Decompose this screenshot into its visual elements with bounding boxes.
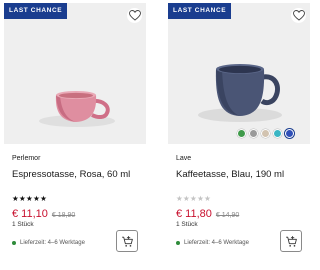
wishlist-button[interactable] — [127, 8, 142, 23]
current-price: € 11,10 — [12, 208, 48, 220]
color-swatch[interactable] — [273, 129, 282, 138]
add-to-cart-icon — [285, 235, 297, 247]
add-to-cart-button[interactable] — [280, 230, 302, 252]
color-swatch[interactable] — [261, 129, 270, 138]
product-brand: Lave — [176, 155, 192, 162]
availability-dot-icon — [176, 241, 180, 245]
product-name[interactable]: Espressotasse, Rosa, 60 ml — [12, 169, 130, 180]
rating-stars: ★★★★★ — [12, 194, 48, 203]
product-brand: Perlemor — [12, 155, 41, 162]
rating-stars: ★★★★★ — [176, 194, 212, 203]
color-swatch[interactable] — [249, 129, 258, 138]
old-price: € 14,90 — [215, 212, 240, 219]
add-to-cart-button[interactable] — [116, 230, 138, 252]
price-row: € 11,10 € 18,90 — [12, 208, 75, 220]
unit-label: 1 Stück — [12, 221, 34, 228]
heart-outline-icon — [292, 10, 305, 21]
product-image-kaffeetasse[interactable]: LAST CHANCE — [168, 3, 310, 144]
color-swatch[interactable] — [285, 129, 294, 138]
last-chance-badge: LAST CHANCE — [4, 3, 68, 19]
product-image-espressotasse[interactable]: LAST CHANCE — [4, 3, 146, 144]
delivery-text: Lieferzeit: 4–6 Werktage — [184, 240, 249, 246]
delivery-info: Lieferzeit: 4–6 Werktage — [12, 240, 85, 246]
heart-outline-icon — [128, 10, 141, 21]
old-price: € 18,90 — [51, 212, 76, 219]
color-swatch[interactable] — [237, 129, 246, 138]
product-card[interactable]: LAST CHANCE Perlemor Espressotasse, Rosa… — [0, 0, 146, 270]
pink-cup-image — [39, 91, 115, 127]
blue-cup-image — [198, 64, 282, 122]
delivery-info: Lieferzeit: 4–6 Werktage — [176, 240, 249, 246]
current-price: € 11,80 — [176, 208, 212, 220]
add-to-cart-icon — [121, 235, 133, 247]
availability-dot-icon — [12, 241, 16, 245]
product-name[interactable]: Kaffeetasse, Blau, 190 ml — [176, 169, 284, 180]
last-chance-badge: LAST CHANCE — [168, 3, 232, 19]
color-swatches — [237, 129, 294, 138]
wishlist-button[interactable] — [291, 8, 306, 23]
unit-label: 1 Stück — [176, 221, 198, 228]
product-card[interactable]: LAST CHANCE Lave Kaffeetasse, Blau, 190 … — [164, 0, 310, 270]
delivery-text: Lieferzeit: 4–6 Werktage — [20, 240, 85, 246]
price-row: € 11,80 € 14,90 — [176, 208, 239, 220]
